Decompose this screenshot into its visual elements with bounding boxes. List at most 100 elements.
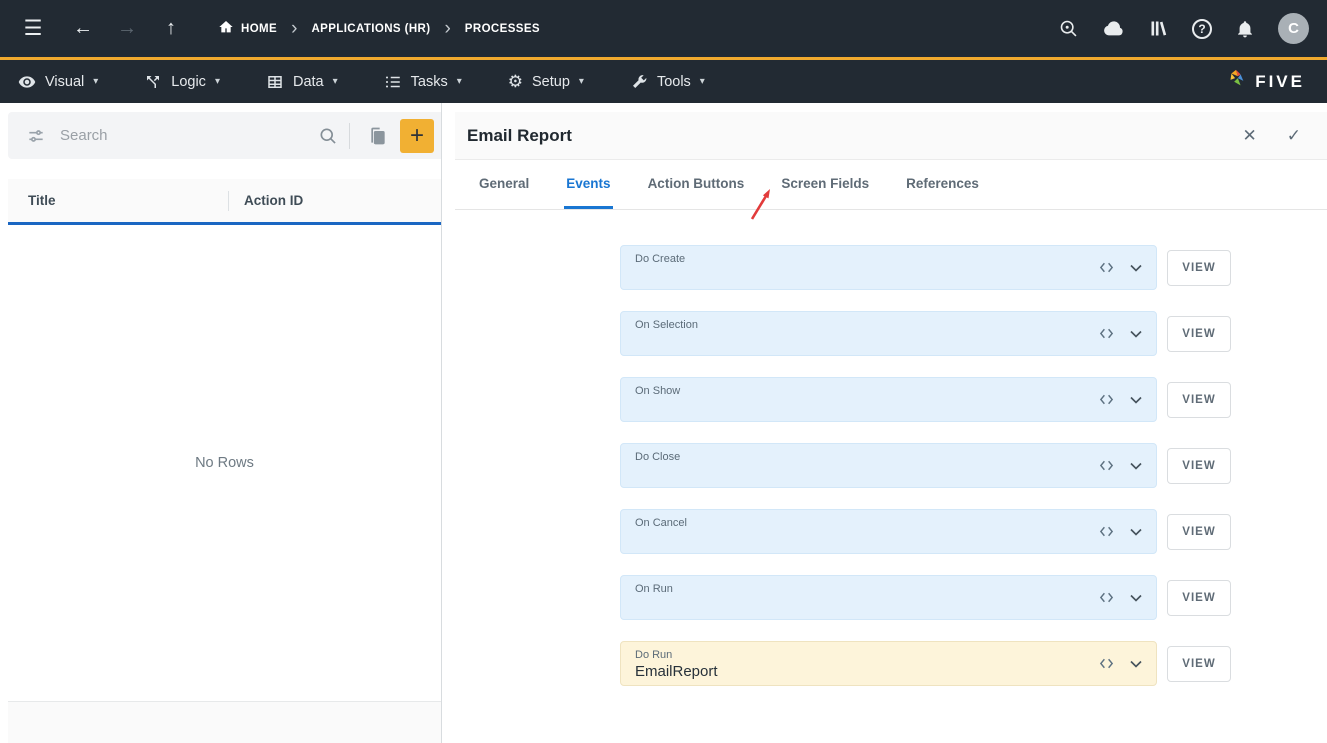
table-footer (8, 701, 441, 743)
avatar[interactable]: C (1278, 13, 1309, 44)
field-text: On Show (635, 378, 1098, 421)
gear-icon: ⚙ (508, 73, 523, 90)
search-input[interactable] (60, 127, 318, 144)
chevron-right-icon: › (444, 19, 450, 38)
field-text: On Selection (635, 312, 1098, 355)
checklist-icon (384, 73, 402, 91)
tab-bar: General Events Action Buttons Screen Fie… (455, 160, 1327, 210)
chevron-down-icon: ▾ (700, 76, 705, 87)
field-value (635, 332, 1098, 351)
field-icons (1098, 456, 1146, 476)
code-icon[interactable] (1098, 457, 1115, 474)
tab-screen-fields[interactable]: Screen Fields (779, 160, 871, 209)
chevron-down-icon[interactable] (1126, 456, 1146, 476)
menu-tools[interactable]: Tools ▾ (630, 73, 705, 91)
breadcrumb-processes[interactable]: PROCESSES (465, 23, 540, 35)
close-icon[interactable]: ✕ (1243, 126, 1257, 146)
cloud-icon[interactable] (1102, 18, 1125, 39)
breadcrumb-applications-label: APPLICATIONS (HR) (311, 23, 430, 35)
breadcrumb-home[interactable]: HOME (218, 19, 277, 38)
field-on-selection[interactable]: On Selection (620, 311, 1157, 356)
field-value (635, 596, 1098, 615)
field-on-show[interactable]: On Show (620, 377, 1157, 422)
library-icon[interactable] (1148, 18, 1169, 39)
field-value (635, 398, 1098, 417)
breadcrumb: HOME › APPLICATIONS (HR) › PROCESSES (218, 19, 540, 38)
field-on-run[interactable]: On Run (620, 575, 1157, 620)
add-record-button[interactable]: + (400, 119, 434, 153)
code-icon[interactable] (1098, 655, 1115, 672)
field-value: EmailReport (635, 662, 1098, 681)
notifications-bell-icon[interactable] (1235, 19, 1255, 39)
code-icon[interactable] (1098, 523, 1115, 540)
up-arrow-icon[interactable]: ↑ (156, 14, 186, 44)
menu-logic-label: Logic (171, 74, 206, 90)
code-icon[interactable] (1098, 259, 1115, 276)
field-do-create[interactable]: Do Create (620, 245, 1157, 290)
chevron-down-icon[interactable] (1126, 522, 1146, 542)
plus-icon: + (410, 124, 424, 148)
field-label: Do Run (635, 648, 1098, 662)
view-button[interactable]: VIEW (1167, 448, 1231, 484)
detail-header-actions: ✕ ✓ (1243, 126, 1302, 146)
field-do-run[interactable]: Do Run EmailReport (620, 641, 1157, 686)
document-icon[interactable] (361, 119, 395, 153)
tab-general[interactable]: General (477, 160, 531, 209)
menu-data[interactable]: Data ▾ (266, 73, 338, 91)
field-icons (1098, 258, 1146, 278)
breadcrumb-home-label: HOME (241, 23, 277, 35)
tab-events[interactable]: Events (564, 160, 612, 209)
view-button[interactable]: VIEW (1167, 646, 1231, 682)
field-label: On Selection (635, 318, 1098, 332)
chevron-down-icon[interactable] (1126, 324, 1146, 344)
field-value (635, 266, 1098, 285)
tab-references[interactable]: References (904, 160, 981, 209)
back-arrow-icon[interactable]: ← (68, 14, 98, 44)
view-button[interactable]: VIEW (1167, 580, 1231, 616)
menu-tasks[interactable]: Tasks ▾ (384, 73, 462, 91)
code-icon[interactable] (1098, 391, 1115, 408)
search-icon[interactable] (318, 126, 338, 146)
chevron-down-icon: ▾ (215, 76, 220, 87)
field-label: Do Create (635, 252, 1098, 266)
help-glyph: ? (1192, 19, 1212, 39)
chevron-down-icon: ▾ (333, 76, 338, 87)
save-check-icon[interactable]: ✓ (1287, 126, 1301, 146)
view-button[interactable]: VIEW (1167, 514, 1231, 550)
breadcrumb-applications-hr[interactable]: APPLICATIONS (HR) (311, 23, 430, 35)
field-row-do-close: Do Close VIEW (620, 443, 1327, 488)
column-header-action-id[interactable]: Action ID (244, 193, 303, 208)
view-button[interactable]: VIEW (1167, 250, 1231, 286)
chevron-down-icon[interactable] (1126, 588, 1146, 608)
field-icons (1098, 654, 1146, 674)
code-icon[interactable] (1098, 325, 1115, 342)
empty-state-text: No Rows (195, 455, 254, 471)
left-panel: + Title Action ID No Rows (0, 103, 442, 743)
chevron-down-icon: ▾ (457, 76, 462, 87)
column-header-title[interactable]: Title (28, 193, 228, 208)
view-button[interactable]: VIEW (1167, 382, 1231, 418)
preview-icon[interactable] (1058, 18, 1079, 39)
content-area: + Title Action ID No Rows Email Report ✕… (0, 103, 1327, 743)
help-icon[interactable]: ? (1192, 19, 1212, 39)
field-text: Do Close (635, 444, 1098, 487)
code-icon[interactable] (1098, 589, 1115, 606)
chevron-down-icon[interactable] (1126, 258, 1146, 278)
breadcrumb-processes-label: PROCESSES (465, 23, 540, 35)
filter-icon[interactable] (26, 126, 46, 146)
field-on-cancel[interactable]: On Cancel (620, 509, 1157, 554)
field-icons (1098, 324, 1146, 344)
menu-visual[interactable]: Visual ▾ (18, 73, 98, 91)
menu-logic[interactable]: Logic ▾ (144, 73, 220, 91)
tab-action-buttons[interactable]: Action Buttons (646, 160, 747, 209)
field-label: Do Close (635, 450, 1098, 464)
detail-header: Email Report ✕ ✓ (455, 112, 1327, 160)
chevron-down-icon[interactable] (1126, 390, 1146, 410)
hamburger-menu-icon[interactable]: ☰ (18, 14, 48, 44)
chevron-down-icon[interactable] (1126, 654, 1146, 674)
menu-setup[interactable]: ⚙ Setup ▾ (508, 73, 584, 90)
field-do-close[interactable]: Do Close (620, 443, 1157, 488)
forward-arrow-icon[interactable]: → (112, 14, 142, 44)
field-row-on-run: On Run VIEW (620, 575, 1327, 620)
view-button[interactable]: VIEW (1167, 316, 1231, 352)
